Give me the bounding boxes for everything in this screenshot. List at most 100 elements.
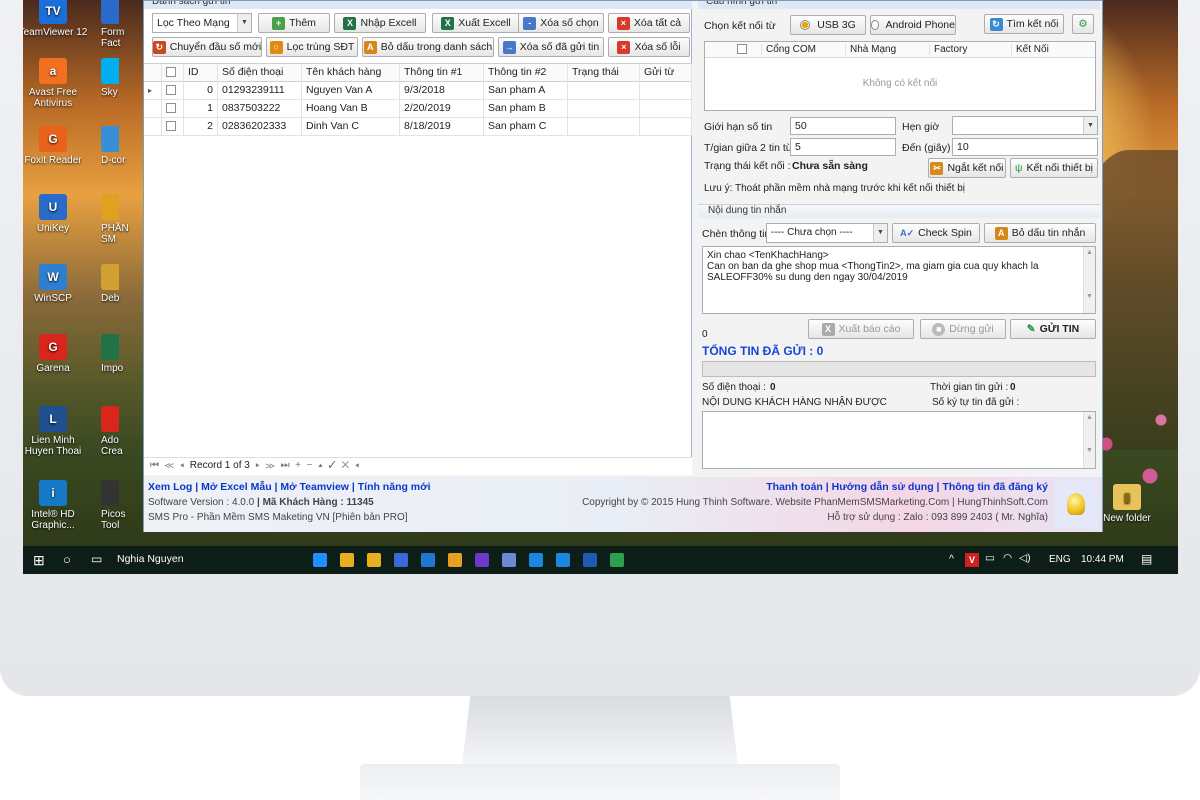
change-prefix-button[interactable]: ↻ Chuyển đầu số mới (152, 37, 262, 57)
column-header[interactable]: ID (184, 64, 218, 82)
taskbar-app-icon[interactable] (475, 553, 489, 567)
taskbar-app-icon[interactable] (394, 553, 408, 567)
android-phone-option[interactable]: Android Phone (870, 15, 956, 35)
taskbar-app-icon[interactable] (529, 553, 543, 567)
add-button[interactable]: + Thêm (258, 13, 330, 33)
table-row[interactable]: 2 02836202333 Dinh Van C 8/18/2019 San pham … (144, 118, 692, 136)
network-filter-select[interactable]: Lọc Theo Mạng ▼ (152, 13, 252, 33)
table-row[interactable]: 1 0837503222 Hoang Van B 2/20/2019 San pham … (144, 100, 692, 118)
language-indicator[interactable]: ENG (1049, 554, 1071, 565)
nav-prev-page-icon[interactable]: ≪ (162, 460, 175, 471)
taskbar-app-icon[interactable] (502, 553, 516, 567)
search-icon[interactable]: ○ (63, 552, 71, 567)
nav-first-icon[interactable]: ⏮ (150, 460, 159, 471)
footer-link[interactable]: Xem Log (148, 481, 192, 493)
desktop-icon-partial[interactable]: Deb (101, 264, 143, 304)
message-scrollbar[interactable]: ▲ ▼ (1083, 247, 1095, 313)
export-report-button[interactable]: X Xuất báo cáo (808, 319, 914, 339)
clock[interactable]: 10:44 PM (1081, 554, 1124, 565)
nav-check-icon[interactable]: ✓ (326, 460, 336, 471)
device-column-header[interactable]: Cổng COM (761, 44, 845, 55)
nav-next-icon[interactable]: ▸ (253, 460, 260, 471)
desktop-icon-teamviewer[interactable]: TV TeamViewer 12 (23, 0, 89, 38)
taskbar-app-icon[interactable] (340, 553, 354, 567)
scroll-left-icon[interactable]: ◂ (352, 460, 360, 471)
column-header[interactable]: Số điện thoại (218, 64, 302, 82)
footer-link[interactable]: Mở Teamview (280, 481, 349, 493)
taskbar-app-icon[interactable] (367, 553, 381, 567)
volume-icon[interactable]: ◁) (1019, 552, 1031, 564)
schedule-select[interactable]: ▼ (952, 116, 1098, 135)
nav-delete-icon[interactable]: − (304, 460, 313, 471)
import-excel-button[interactable]: X Nhập Excell (334, 13, 426, 33)
column-header[interactable]: Gửi từ (640, 64, 692, 82)
wifi-icon[interactable]: ◠ (1003, 552, 1012, 564)
settings-button[interactable]: ⚙ (1072, 14, 1094, 34)
tips-button[interactable] (1054, 481, 1098, 527)
taskbar-app-icon[interactable] (556, 553, 570, 567)
nav-cancel-icon[interactable]: ✕ (339, 460, 350, 471)
received-scrollbar[interactable]: ▲ ▼ (1083, 412, 1095, 468)
desktop-icon-partial[interactable]: Picos Tool (101, 480, 143, 531)
taskbar-app-icon[interactable] (313, 553, 327, 567)
notification-icon[interactable]: ▤ (1141, 552, 1152, 566)
desktop-icon-avast[interactable]: a Avast Free Antivirus (23, 58, 89, 109)
desktop-icon-garena[interactable]: G Garena (23, 334, 89, 374)
remove-message-accent-button[interactable]: A Bỏ dấu tin nhắn (984, 223, 1096, 243)
delete-error-button[interactable]: × Xóa số lỗi (608, 37, 690, 57)
delete-selected-button[interactable]: - Xóa số chọn (518, 13, 604, 33)
desktop-icon-unikey[interactable]: U UniKey (23, 194, 89, 234)
connect-device-button[interactable]: ψ Kết nối thiết bị (1010, 158, 1098, 178)
footer-link[interactable]: Hướng dẫn sử dụng (832, 481, 934, 493)
tray-app-icon[interactable]: V (965, 553, 979, 567)
message-textarea[interactable]: Xin chao <TenKhachHang> Can on ban da ghe… (702, 246, 1096, 314)
desktop-icon-partial[interactable]: Form Fact (101, 0, 143, 49)
nav-add-icon[interactable]: + (292, 460, 301, 471)
footer-link[interactable]: Mở Excel Mẫu (201, 481, 272, 493)
interval-from-input[interactable]: 5 (790, 138, 896, 156)
tray-chevron-icon[interactable]: ^ (949, 553, 954, 565)
row-checkbox[interactable] (162, 118, 184, 136)
desktop-icon-partial[interactable]: Sky (101, 58, 143, 98)
filter-duplicate-button[interactable]: ○ Lọc trùng SĐT (266, 37, 358, 57)
delete-sent-button[interactable]: → Xóa số đã gửi tin (498, 37, 604, 57)
select-all-checkbox[interactable] (162, 64, 184, 82)
send-message-button[interactable]: ✎ GỬI TIN (1010, 319, 1096, 339)
desktop-icon-partial[interactable]: Impo (101, 334, 143, 374)
usb-3g-option[interactable]: USB 3G (790, 15, 866, 35)
row-checkbox[interactable] (162, 100, 184, 118)
desktop-icon-partial[interactable]: Ado Crea (101, 406, 143, 457)
task-view-icon[interactable]: ▭ (91, 552, 102, 566)
disconnect-button[interactable]: ✂ Ngắt kết nối (928, 158, 1006, 178)
battery-icon[interactable]: ▭ (985, 552, 995, 564)
column-header[interactable]: Tên khách hàng (302, 64, 400, 82)
footer-link[interactable]: Thanh toán (766, 481, 823, 493)
taskbar-app-icon[interactable] (421, 553, 435, 567)
nav-last-icon[interactable]: ⏭ (278, 460, 290, 471)
device-column-header[interactable]: Nhà Mạng (845, 44, 929, 55)
taskbar-app-icon[interactable] (583, 553, 597, 567)
taskbar-app-icon[interactable] (448, 553, 462, 567)
taskbar-app-icon[interactable] (610, 553, 624, 567)
desktop-icon-lienminh[interactable]: L Lien Minh Huyen Thoai (23, 406, 89, 457)
footer-link[interactable]: Tính năng mới (358, 481, 431, 493)
windows-start-icon[interactable]: ⊞ (33, 552, 45, 569)
device-column-header[interactable]: Kết Nối (1011, 44, 1097, 55)
desktop-icon-foxit[interactable]: G Foxit Reader (23, 126, 89, 166)
delete-all-button[interactable]: × Xóa tất cả (608, 13, 690, 33)
check-spin-button[interactable]: A✓ Check Spin (892, 223, 980, 243)
column-header[interactable]: Thông tin #1 (400, 64, 484, 82)
column-header[interactable]: Trạng thái (568, 64, 640, 82)
device-select-all-checkbox[interactable] (737, 44, 747, 54)
desktop-icon-winscp[interactable]: W WinSCP (23, 264, 89, 304)
remove-accents-button[interactable]: A Bỏ dấu trong danh sách (362, 37, 494, 57)
stop-send-button[interactable]: ■ Dừng gửi (920, 319, 1006, 339)
footer-link[interactable]: Thông tin đã đăng ký (942, 481, 1048, 493)
nav-prev-icon[interactable]: ◂ (177, 460, 187, 471)
nav-next-page-icon[interactable]: ≫ (263, 460, 275, 471)
desktop-icon-partial[interactable]: D-cor (101, 126, 143, 166)
find-connection-button[interactable]: ↻ Tìm kết nối (984, 14, 1064, 34)
table-row[interactable]: ▸ 0 01293239111 Nguyen Van A 9/3/2018 San pha… (144, 82, 692, 100)
insert-info-select[interactable]: ---- Chưa chọn ---- ▼ (766, 223, 888, 243)
interval-to-input[interactable]: 10 (952, 138, 1098, 156)
